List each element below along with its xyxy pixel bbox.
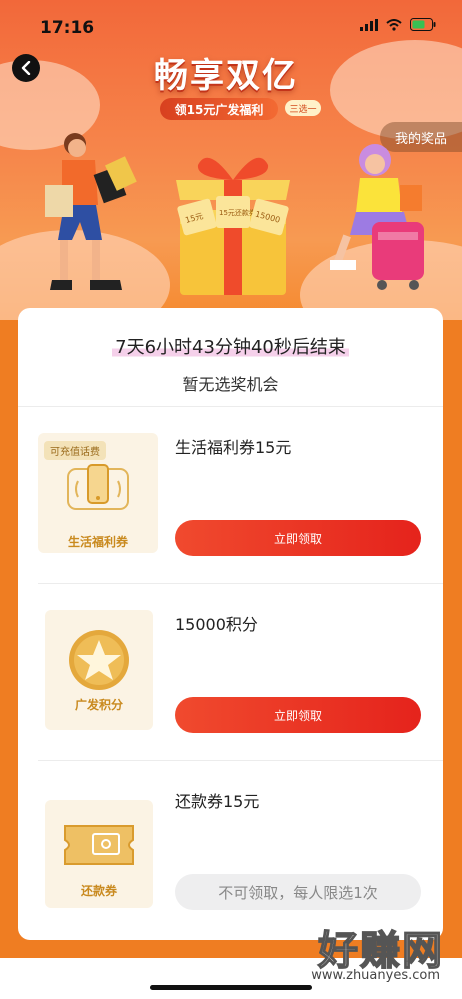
signal-icon [360, 18, 378, 31]
claim-button[interactable]: 立即领取 [175, 697, 421, 733]
battery-icon [410, 18, 436, 31]
wifi-icon [386, 18, 402, 31]
watermark-url: www.zhuanyes.com [311, 968, 440, 983]
prize-name: 生活福利券15元 [175, 438, 292, 457]
campaign-subtitle: 领15元广发福利 [160, 98, 278, 120]
no-chance-text: 暂无选奖机会 [182, 375, 279, 394]
prize-item-life-coupon: 可充值话费 生活福利券 生活福利券15元 立即领取 [18, 406, 443, 583]
gift-ticket-text: 15元还款券 [219, 208, 256, 217]
star-coin-icon [69, 630, 129, 690]
prize-card: 7天6小时43分钟40秒后结束 暂无选奖机会 可充值话费 生活福利券 生活福利券… [18, 308, 443, 940]
thumb-label: 广发积分 [74, 698, 123, 712]
chevron-left-icon [21, 61, 31, 75]
prize-thumbnail: 广发积分 [45, 610, 153, 730]
home-indicator[interactable] [150, 985, 312, 990]
thumb-label: 生活福利券 [67, 535, 128, 549]
phone-icon [67, 464, 129, 510]
claim-button-disabled[interactable]: 不可领取，每人限选1次 [175, 874, 421, 910]
status-icons [360, 18, 436, 31]
choice-tag: 三选一 [285, 100, 321, 116]
prize-name: 15000积分 [175, 615, 258, 634]
campaign-title: 畅享双亿 领15元广发福利 三选一 [135, 48, 321, 120]
countdown: 7天6小时43分钟40秒后结束 [18, 333, 443, 359]
prize-thumbnail: 还款券 [45, 800, 153, 908]
campaign-title-text: 畅享双亿 [154, 56, 298, 96]
prize-thumbnail: 可充值话费 生活福利券 [38, 433, 158, 553]
claim-button[interactable]: 立即领取 [175, 520, 421, 556]
thumb-label: 还款券 [80, 884, 117, 898]
ticket-icon [64, 825, 134, 865]
prize-item-repayment-coupon: 还款券 还款券15元 不可领取，每人限选1次 [18, 760, 443, 937]
shopper-girl-illustration [330, 144, 424, 290]
countdown-text: 7天6小时43分钟40秒后结束 [112, 337, 349, 358]
status-bar: 17:16 [0, 0, 462, 44]
hero-banner: 17:16 畅享双亿 领15元广发福利 三选一 我的奖品 15元 15元还款券 … [0, 0, 462, 320]
prize-name: 还款券15元 [175, 792, 260, 811]
thumb-chip: 可充值话费 [44, 441, 106, 460]
shopper-man-illustration [45, 133, 137, 290]
back-button[interactable] [12, 54, 40, 82]
status-time: 17:16 [40, 18, 95, 38]
gift-box-illustration: 15元 15元还款券 15000 [176, 157, 290, 295]
prize-item-points: 广发积分 15000积分 立即领取 [18, 583, 443, 760]
